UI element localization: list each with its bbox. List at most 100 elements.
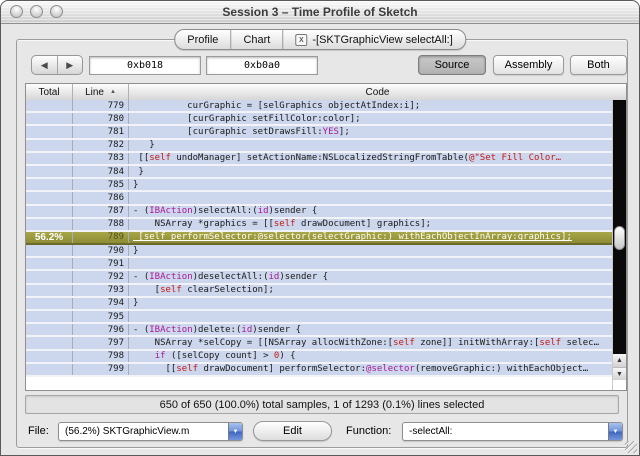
total-percent-cell	[26, 337, 73, 349]
code-row[interactable]: 797 NSArray *selCopy = [[NSArray allocWi…	[26, 337, 612, 351]
code-row[interactable]: 798 if ([selCopy count] > 0) {	[26, 350, 612, 364]
code-rows: 779 curGraphic = [selGraphics objectAtIn…	[26, 100, 612, 377]
tab-code-browser[interactable]: x -[SKTGraphicView selectAll:]	[283, 30, 464, 49]
status-bar: 650 of 650 (100.0%) total samples, 1 of …	[25, 395, 619, 414]
total-percent-cell	[26, 126, 73, 138]
title-bar[interactable]: Session 3 – Time Profile of Sketch	[1, 1, 639, 24]
total-percent-cell	[26, 152, 73, 164]
line-number-cell: 792	[73, 271, 129, 283]
total-percent-cell	[26, 258, 73, 270]
code-row[interactable]: 790}	[26, 245, 612, 259]
code-row[interactable]: 784 }	[26, 165, 612, 180]
column-header-line[interactable]: Line ▲	[73, 84, 129, 100]
total-percent-cell	[26, 297, 73, 309]
total-percent-cell	[26, 324, 73, 336]
column-header-code[interactable]: Code	[129, 84, 626, 100]
code-cell: NSArray *graphics = [[self drawDocument]…	[133, 219, 432, 230]
code-cell: [[self undoManager] setActionName:NSLoca…	[133, 153, 562, 164]
code-row[interactable]: 779 curGraphic = [selGraphics objectAtIn…	[26, 100, 612, 114]
forward-button[interactable]: ▶	[58, 56, 83, 74]
code-row[interactable]: 780 [curGraphic setFillColor:color];	[26, 113, 612, 127]
line-number-cell: 794	[73, 297, 129, 309]
scrollbar-track[interactable]	[613, 100, 626, 354]
code-row[interactable]: 785}	[26, 179, 612, 193]
line-number-cell: 780	[73, 113, 129, 125]
line-number-cell: 779	[73, 100, 129, 112]
close-window-button[interactable]	[10, 5, 23, 18]
line-number-cell: 783	[73, 152, 129, 164]
code-row[interactable]: 792 - (IBAction)deselectAll:(id)sender {	[26, 271, 612, 285]
code-cell: - (IBAction)deselectAll:(id)sender {	[133, 272, 329, 283]
assembly-view-label: Assembly	[504, 59, 553, 71]
total-percent-cell	[26, 192, 73, 204]
back-button[interactable]: ◀	[32, 56, 58, 74]
total-percent-cell	[26, 311, 73, 323]
edit-button[interactable]: Edit	[253, 421, 332, 441]
scroll-down-button[interactable]: ▼	[613, 367, 626, 380]
line-number-cell: 788	[73, 218, 129, 230]
code-row-selected[interactable]: 56.2% 789 [self performSelector:@selector…	[26, 231, 612, 246]
line-number-cell: 791	[73, 258, 129, 270]
minimize-window-button[interactable]	[30, 5, 43, 18]
tab-chart-label: Chart	[243, 33, 271, 46]
code-cell: [self clearSelection];	[133, 285, 274, 296]
line-number-cell: 797	[73, 337, 129, 349]
code-row[interactable]: 796 - (IBAction)delete:(id)sender {	[26, 324, 612, 338]
code-cell: }	[133, 245, 139, 256]
code-cell: curGraphic = [selGraphics objectAtIndex:…	[133, 100, 421, 111]
code-row[interactable]: 782 }	[26, 139, 612, 153]
address-end-field[interactable]	[206, 56, 318, 75]
tab-bar: Profile Chart x -[SKTGraphicView selectA…	[174, 29, 466, 50]
both-view-button[interactable]: Both	[570, 55, 627, 75]
total-header-label: Total	[38, 86, 60, 98]
code-header-label: Code	[365, 86, 390, 98]
code-row[interactable]: 795	[26, 311, 612, 325]
tab-profile[interactable]: Profile	[175, 30, 232, 49]
code-row[interactable]: 786	[26, 192, 612, 206]
total-percent-cell	[26, 245, 73, 257]
code-row[interactable]: 787 - (IBAction)selectAll:(id)sender {	[26, 205, 612, 219]
line-number-cell: 796	[73, 324, 129, 336]
code-cell: }	[133, 166, 144, 177]
code-row[interactable]: 791	[26, 258, 612, 272]
table-body: 779 curGraphic = [selGraphics objectAtIn…	[26, 100, 612, 390]
line-number-cell: 790	[73, 245, 129, 257]
code-cell: - (IBAction)delete:(id)sender {	[133, 324, 302, 335]
code-row[interactable]: 794}	[26, 297, 612, 311]
function-label: Function:	[346, 425, 392, 437]
app-window: Session 3 – Time Profile of Sketch Profi…	[0, 0, 640, 456]
function-popup[interactable]: -selectAll: ▼	[402, 422, 623, 441]
source-view-button[interactable]: Source	[418, 55, 486, 75]
file-popup[interactable]: (56.2%) SKTGraphicView.m ▼	[58, 422, 243, 441]
table-header: Total Line ▲ Code	[26, 84, 626, 101]
window-title: Session 3 – Time Profile of Sketch	[222, 5, 418, 19]
line-number-cell: 786	[73, 192, 129, 204]
code-row[interactable]: 783 [[self undoManager] setActionName:NS…	[26, 152, 612, 166]
code-row[interactable]: 799 [[self drawDocument] performSelector…	[26, 363, 612, 377]
address-start-field[interactable]	[89, 56, 201, 75]
assembly-view-button[interactable]: Assembly	[493, 55, 564, 75]
line-number-cell: 785	[73, 179, 129, 191]
tab-close-icon[interactable]: x	[295, 33, 308, 46]
code-row[interactable]: 793 [self clearSelection];	[26, 284, 612, 298]
source-view-label: Source	[434, 59, 470, 71]
resize-grip[interactable]	[625, 441, 637, 453]
code-row[interactable]: 788 NSArray *graphics = [[self drawDocum…	[26, 218, 612, 232]
scrollbar-thumb[interactable]	[614, 226, 625, 250]
code-row[interactable]: 781 [curGraphic setDrawsFill: YES];	[26, 126, 612, 140]
tab-profile-label: Profile	[187, 33, 219, 46]
scroll-up-button[interactable]: ▲	[613, 354, 626, 367]
column-header-total[interactable]: Total	[26, 84, 73, 100]
code-cell	[129, 258, 612, 269]
line-number-cell: 782	[73, 139, 129, 151]
code-cell: NSArray *selCopy = [[NSArray allocWithZo…	[133, 337, 600, 348]
zoom-window-button[interactable]	[50, 5, 63, 18]
vertical-scrollbar[interactable]: ▲ ▼	[612, 100, 626, 390]
total-percent-cell	[26, 139, 73, 151]
sort-ascending-icon: ▲	[109, 89, 116, 95]
history-nav-group: ◀ ▶	[31, 55, 83, 75]
code-cell: [[self drawDocument] performSelector: @se…	[133, 364, 589, 375]
tab-chart[interactable]: Chart	[231, 30, 284, 49]
total-percent-cell	[26, 350, 73, 362]
line-header-label: Line	[85, 86, 104, 98]
